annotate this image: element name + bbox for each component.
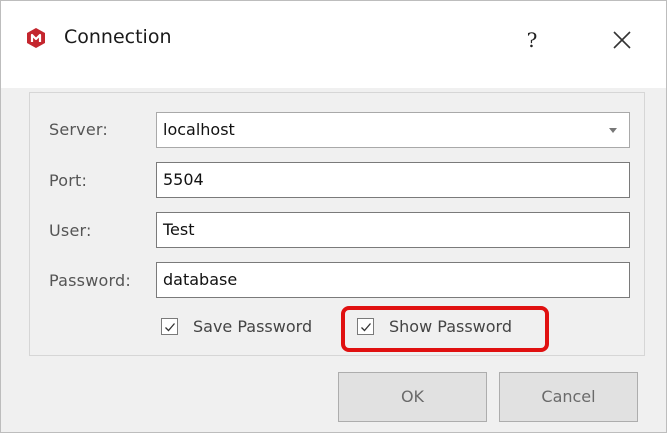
app-logo-icon (27, 28, 45, 48)
server-combobox[interactable]: localhost (156, 112, 630, 148)
user-value: Test (163, 220, 195, 239)
close-button[interactable] (604, 22, 640, 58)
port-label: Port: (49, 171, 88, 190)
user-label: User: (49, 221, 92, 240)
highlight-annotation (341, 306, 549, 352)
user-field[interactable]: Test (156, 212, 630, 248)
checkmark-icon (165, 323, 175, 332)
cancel-button[interactable]: Cancel (499, 372, 638, 422)
window-title: Connection (64, 26, 172, 48)
ok-button[interactable]: OK (338, 372, 487, 422)
port-value: 5504 (163, 170, 204, 189)
title-bar: Connection ? (0, 0, 667, 88)
password-value: database (163, 270, 238, 289)
help-button[interactable]: ? (514, 22, 550, 58)
server-label: Server: (49, 120, 108, 139)
save-password-label[interactable]: Save Password (193, 317, 312, 336)
close-icon (613, 31, 631, 49)
save-password-checkbox[interactable] (161, 318, 178, 335)
chevron-down-icon[interactable] (609, 128, 617, 133)
server-value: localhost (163, 120, 235, 139)
port-field[interactable]: 5504 (156, 162, 630, 198)
password-label: Password: (49, 271, 131, 290)
password-field[interactable]: database (156, 262, 630, 298)
